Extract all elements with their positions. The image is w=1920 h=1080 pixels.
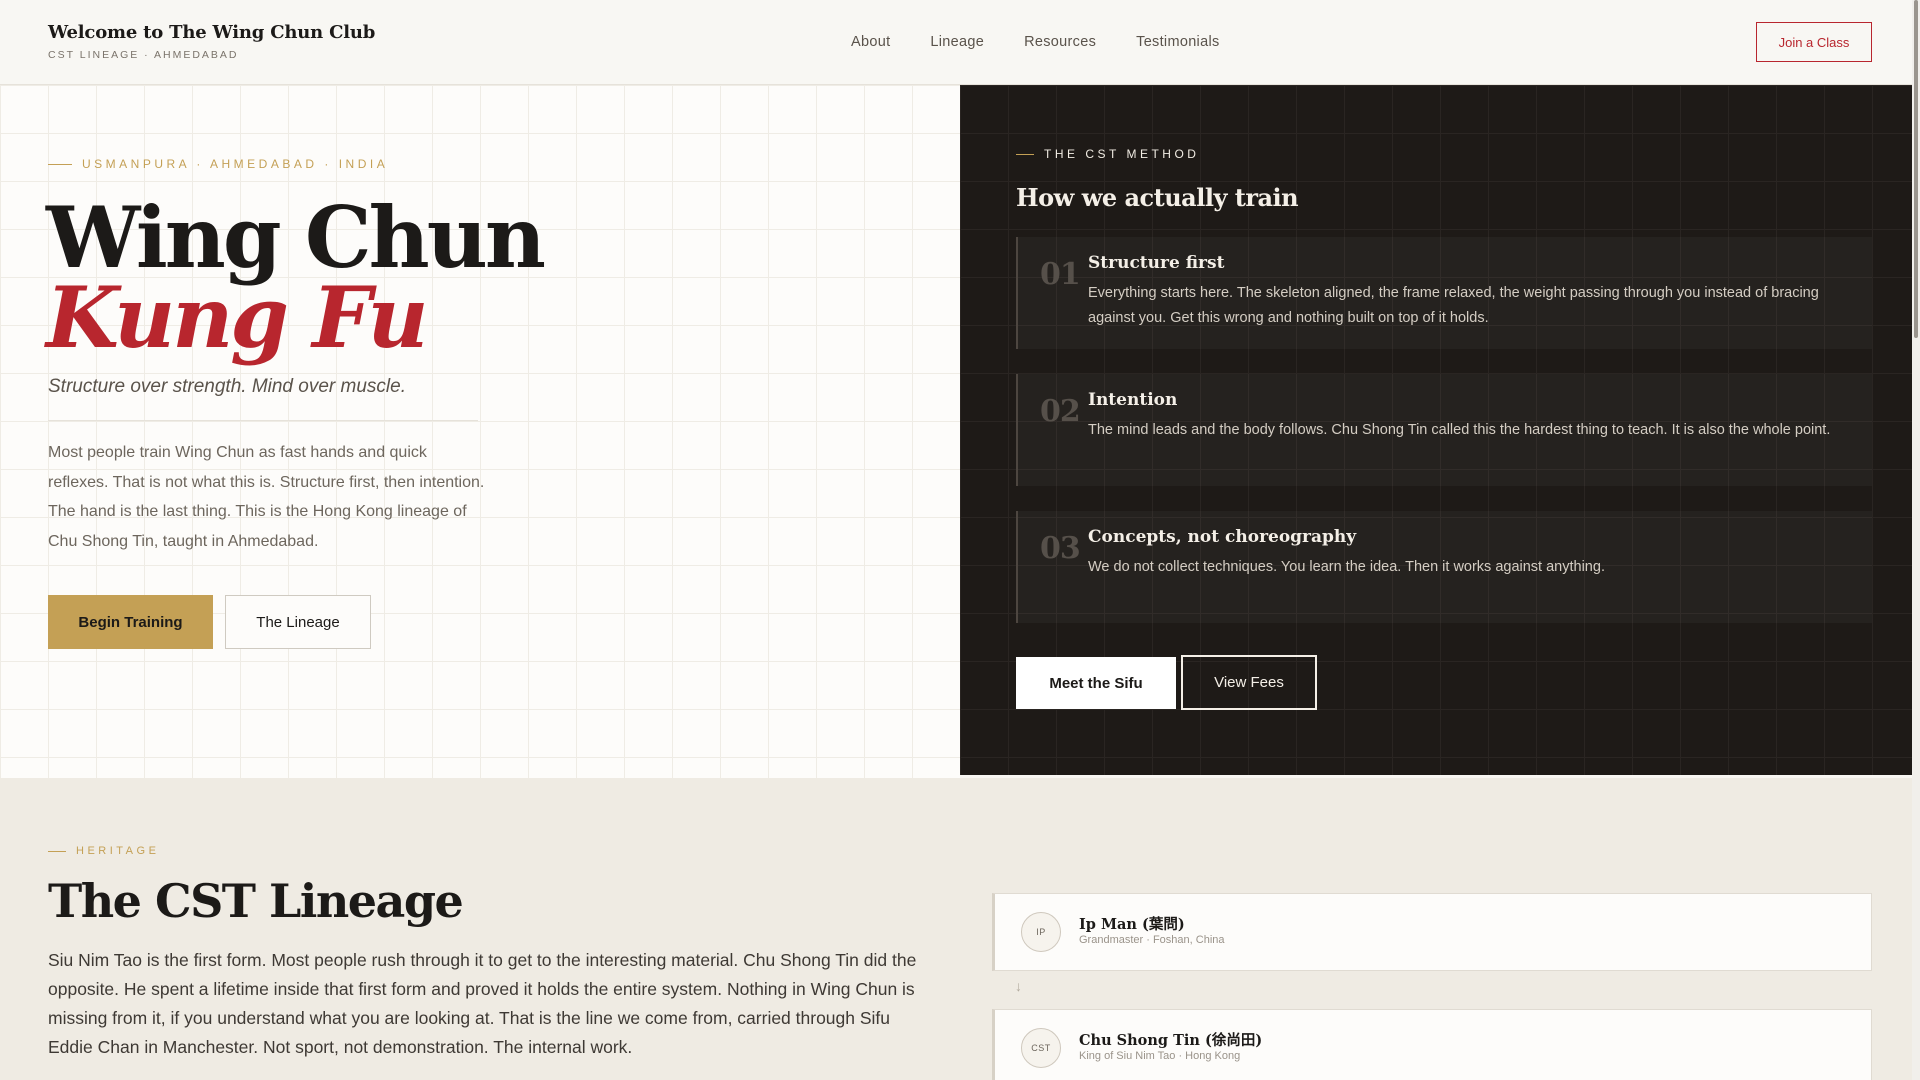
view-fees-button[interactable]: View Fees	[1181, 655, 1317, 710]
method-eyebrow: THE CST METHOD	[1016, 147, 1199, 161]
lineage-role: Grandmaster · Foshan, China	[1079, 934, 1225, 946]
heritage-eyebrow: HERITAGE	[48, 845, 159, 857]
method-step: 01 Structure first Everything starts her…	[1016, 237, 1872, 349]
arrow-down-icon: ↓	[1015, 978, 1022, 994]
brand-subtitle: CST LINEAGE · AHMEDABAD	[48, 49, 239, 61]
hero-eyebrow-text: USMANPURA · AHMEDABAD · INDIA	[82, 157, 389, 171]
step-body: The mind leads and the body follows. Chu…	[1088, 422, 1831, 438]
hero-title: Wing Chun	[46, 188, 546, 287]
lineage-card: IP Ip Man (葉問) Grandmaster · Foshan, Chi…	[992, 893, 1872, 971]
hero-title-accent: Kung Fu	[46, 268, 429, 367]
lineage-button[interactable]: The Lineage	[225, 595, 371, 649]
hero-divider	[48, 420, 478, 421]
step-body: We do not collect techniques. You learn …	[1088, 559, 1605, 575]
hero-eyebrow: USMANPURA · AHMEDABAD · INDIA	[48, 157, 388, 171]
hero-body: Most people train Wing Chun as fast hand…	[48, 444, 485, 550]
lineage-name: Chu Shong Tin (徐尚田)	[1079, 1032, 1263, 1049]
step-title: Structure first	[1088, 253, 1225, 273]
nav-link-resources[interactable]: Resources	[1024, 34, 1096, 50]
step-number: 02	[1040, 394, 1081, 429]
nav-link-about[interactable]: About	[851, 34, 890, 50]
step-number: 03	[1040, 531, 1081, 566]
heritage-title: The CST Lineage	[48, 874, 464, 928]
site-header: Welcome to The Wing Chun Club CST LINEAG…	[0, 0, 1920, 85]
eyebrow-rule	[1016, 153, 1034, 155]
avatar: IP	[1021, 912, 1061, 952]
method-step: 03 Concepts, not choreography We do not …	[1016, 511, 1872, 623]
meet-sifu-button[interactable]: Meet the Sifu	[1016, 657, 1176, 709]
step-body: Everything starts here. The skeleton ali…	[1088, 285, 1819, 326]
heritage-eyebrow-text: HERITAGE	[76, 845, 160, 857]
method-step: 02 Intention The mind leads and the body…	[1016, 374, 1872, 486]
lineage-card: CST Chu Shong Tin (徐尚田) King of Siu Nim …	[992, 1009, 1872, 1080]
begin-training-button[interactable]: Begin Training	[48, 595, 213, 649]
method-title: How we actually train	[1016, 183, 1299, 212]
step-title: Intention	[1088, 390, 1178, 410]
eyebrow-rule	[48, 850, 66, 852]
heritage-body: Siu Nim Tao is the first form. Most peop…	[48, 950, 917, 1057]
hero-tagline: Structure over strength. Mind over muscl…	[48, 376, 406, 397]
avatar: CST	[1021, 1028, 1061, 1068]
eyebrow-rule	[48, 163, 72, 165]
main-nav: About Lineage Resources Testimonials	[851, 34, 1220, 50]
join-class-button[interactable]: Join a Class	[1756, 22, 1872, 62]
lineage-name: Ip Man (葉問)	[1079, 916, 1185, 933]
nav-link-testimonials[interactable]: Testimonials	[1136, 34, 1219, 50]
brand-title[interactable]: Welcome to The Wing Chun Club	[48, 22, 375, 43]
lineage-role: King of Siu Nim Tao · Hong Kong	[1079, 1050, 1241, 1062]
step-number: 01	[1040, 257, 1081, 292]
method-eyebrow-text: THE CST METHOD	[1044, 147, 1200, 161]
brand[interactable]: Welcome to The Wing Chun Club CST LINEAG…	[48, 22, 375, 61]
step-title: Concepts, not choreography	[1088, 527, 1357, 547]
nav-link-lineage[interactable]: Lineage	[930, 34, 984, 50]
scrollbar-thumb[interactable]	[1914, 0, 1918, 338]
